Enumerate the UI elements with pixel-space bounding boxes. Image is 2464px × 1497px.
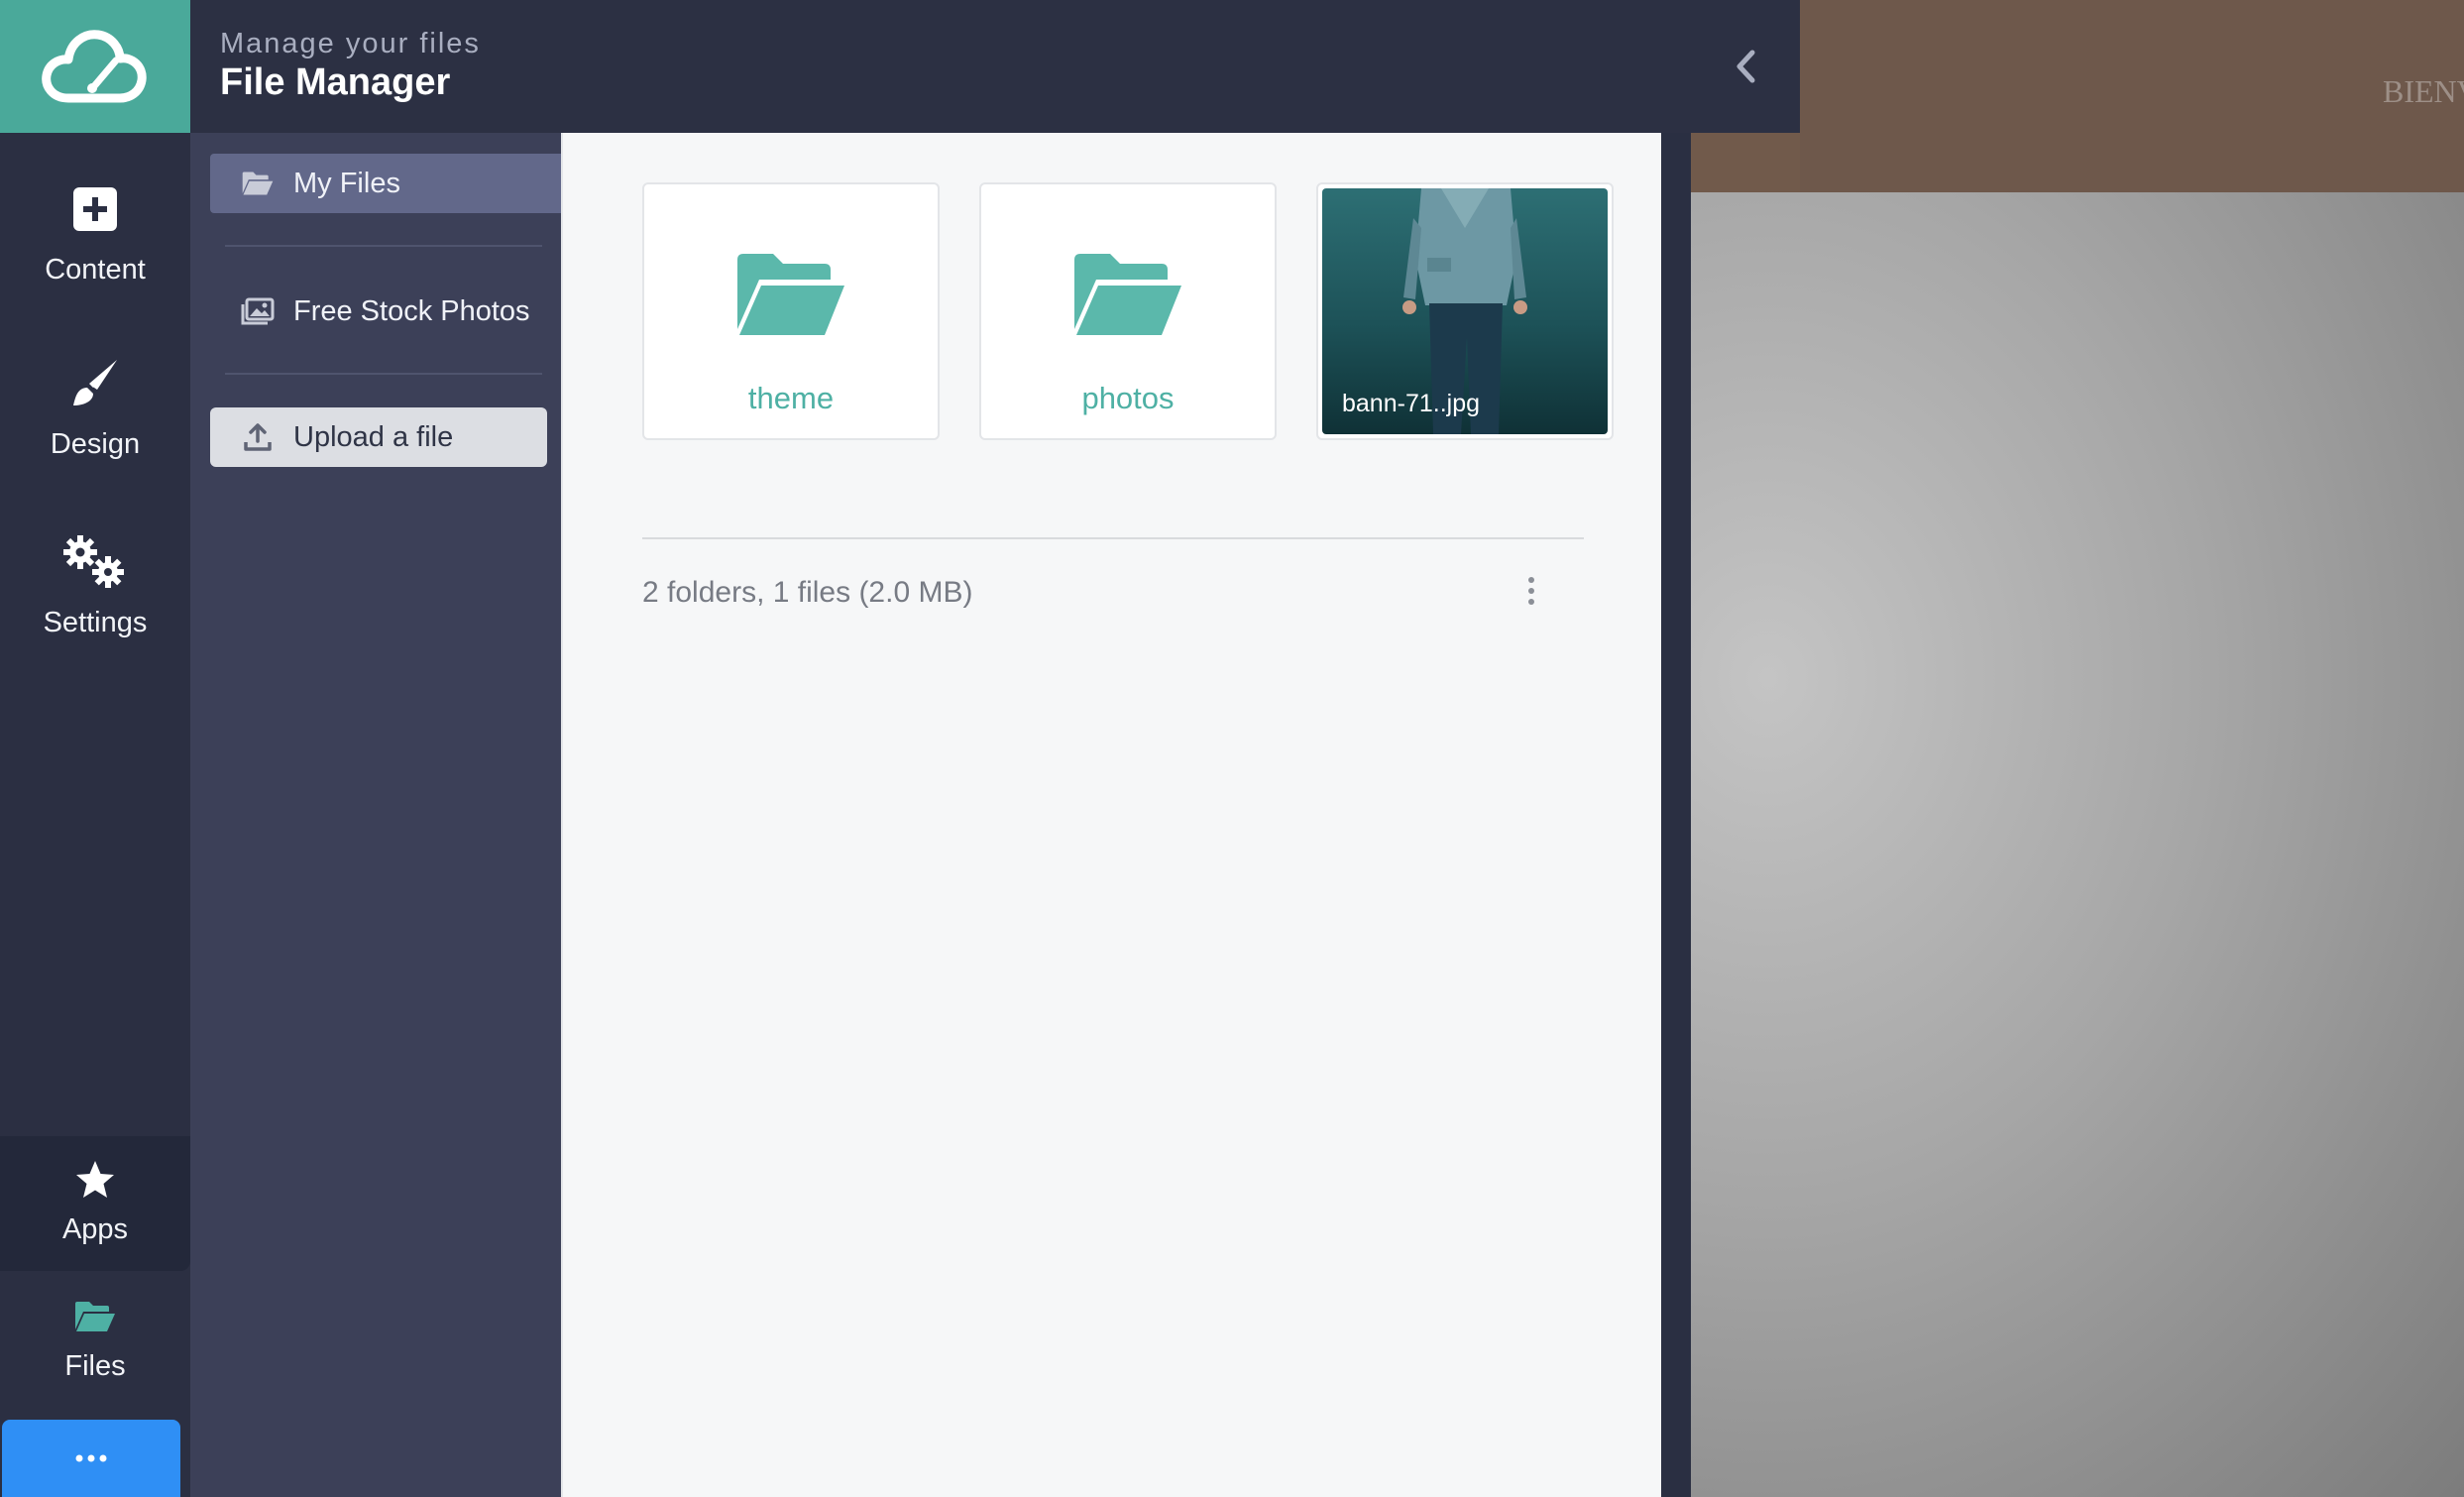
kebab-dot — [1528, 599, 1534, 605]
app-logo[interactable] — [0, 0, 190, 133]
kebab-dot — [1528, 588, 1534, 594]
upload-file-button[interactable]: Upload a file — [210, 407, 547, 467]
more-options-button[interactable] — [1516, 571, 1546, 611]
sidebar-item-my-files[interactable]: My Files — [210, 154, 562, 213]
paintbrush-icon — [60, 349, 130, 418]
file-name: bann-71..jpg — [1342, 390, 1481, 417]
ellipsis-icon — [75, 1454, 107, 1462]
site-preview-heading: BIENV — [2383, 73, 2464, 109]
site-preview-banner — [1691, 133, 1800, 192]
page-subtitle: Manage your files — [220, 28, 481, 59]
plus-square-icon — [60, 174, 130, 244]
rail-item-label: Files — [64, 1350, 126, 1382]
file-browser: theme photos bann-71..jpg 2 folders, 1 f… — [561, 133, 1661, 1497]
rail-item-apps[interactable]: Apps — [0, 1136, 190, 1271]
rail-item-content[interactable]: Content — [0, 174, 190, 333]
rail-item-label: Settings — [43, 607, 148, 638]
folder-icon — [737, 254, 844, 335]
site-preview — [1691, 133, 2464, 1497]
cloud-brush-icon — [42, 30, 147, 103]
folder-tile-theme[interactable]: theme — [642, 182, 940, 440]
page-title: File Manager — [220, 61, 451, 103]
more-button[interactable] — [2, 1420, 180, 1497]
image-thumbnail: bann-71..jpg — [1322, 188, 1608, 434]
rail-item-design[interactable]: Design — [0, 349, 190, 508]
image-tile[interactable]: bann-71..jpg — [1316, 182, 1614, 440]
collapse-panel-button[interactable] — [1691, 0, 1800, 133]
folder-name: theme — [747, 381, 835, 415]
upload-icon — [240, 422, 276, 452]
page-header: Manage your files File Manager — [190, 0, 1691, 133]
folder-summary: 2 folders, 1 files (2.0 MB) — [642, 576, 973, 609]
sidebar-item-label: Free Stock Photos — [293, 294, 530, 327]
sidebar-item-free-stock-photos[interactable]: Free Stock Photos — [210, 282, 547, 341]
left-rail: Content Design Settings Apps Files — [0, 0, 190, 1497]
chevron-left-icon — [1736, 50, 1755, 83]
divider — [642, 537, 1584, 539]
rail-item-settings[interactable]: Settings — [0, 527, 190, 686]
divider — [225, 245, 542, 247]
divider — [225, 373, 542, 375]
site-preview-text-clip: BIENV — [1800, 0, 2464, 192]
rail-item-files[interactable]: Files — [0, 1279, 190, 1408]
gears-icon — [60, 527, 130, 597]
star-icon — [60, 1156, 130, 1204]
kebab-dot — [1528, 577, 1534, 583]
folder-icon — [1074, 254, 1181, 335]
file-sidebar: My Files Free Stock Photos Upload a file — [190, 133, 576, 1497]
rail-item-label: Apps — [61, 1213, 129, 1245]
rail-item-label: Content — [45, 254, 146, 286]
folder-name: photos — [1081, 381, 1175, 415]
folder-open-icon — [240, 169, 276, 198]
folder-open-icon — [60, 1293, 130, 1340]
folder-tile-photos[interactable]: photos — [979, 182, 1277, 440]
rail-item-label: Design — [50, 428, 141, 460]
sidebar-item-label: My Files — [293, 167, 400, 199]
images-icon — [240, 296, 276, 326]
upload-label: Upload a file — [293, 420, 454, 453]
